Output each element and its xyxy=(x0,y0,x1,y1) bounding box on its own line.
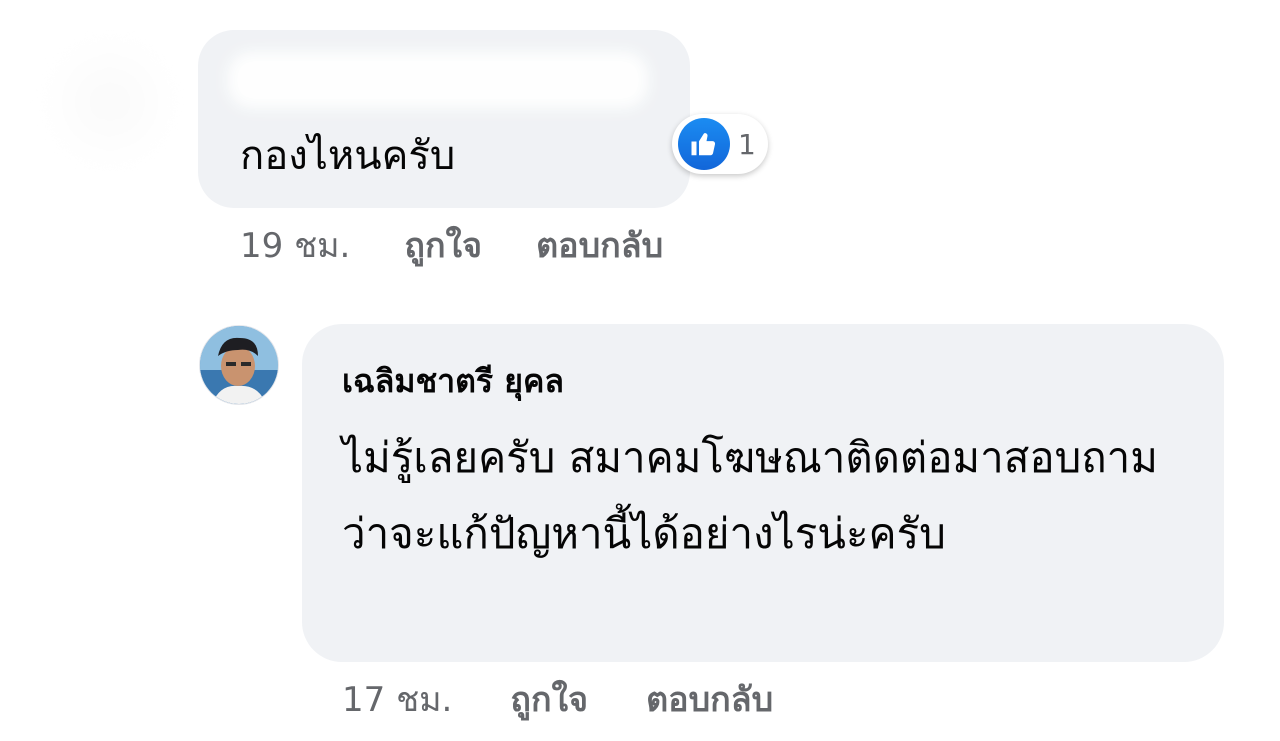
reply-button[interactable]: ตอบกลับ xyxy=(536,218,663,272)
comment-text: กองไหนครับ xyxy=(240,133,456,179)
reply-reply-button[interactable]: ตอบกลับ xyxy=(646,672,773,726)
avatar[interactable] xyxy=(40,32,180,172)
reaction-badge[interactable]: 1 xyxy=(672,114,768,174)
reply-avatar[interactable] xyxy=(200,326,278,404)
comment-bubble: กองไหนครับ xyxy=(198,30,690,208)
reaction-count: 1 xyxy=(738,127,756,161)
comment-thread: กองไหนครับ 1 19 ชม. ถูกใจ ตอบกลับ เฉลิมช… xyxy=(0,0,1280,741)
reply-actions: 17 ชม. ถูกใจ ตอบกลับ xyxy=(342,672,773,726)
comment-timestamp[interactable]: 19 ชม. xyxy=(240,218,350,272)
comment-actions: 19 ชม. ถูกใจ ตอบกลับ xyxy=(240,218,663,272)
reply-like-button[interactable]: ถูกใจ xyxy=(510,672,588,726)
reply-bubble: เฉลิมชาตรี ยุคล ไม่รู้เลยครับ สมาคมโฆษณา… xyxy=(302,324,1224,662)
reply-timestamp[interactable]: 17 ชม. xyxy=(342,672,452,726)
like-button[interactable]: ถูกใจ xyxy=(404,218,482,272)
reply-text: ไม่รู้เลยครับ สมาคมโฆษณาติดต่อมาสอบถามว่… xyxy=(342,433,1158,558)
thumbs-up-icon xyxy=(678,118,730,170)
reply-author-name[interactable]: เฉลิมชาตรี ยุคล xyxy=(342,356,564,407)
redacted-author-name xyxy=(228,52,648,108)
